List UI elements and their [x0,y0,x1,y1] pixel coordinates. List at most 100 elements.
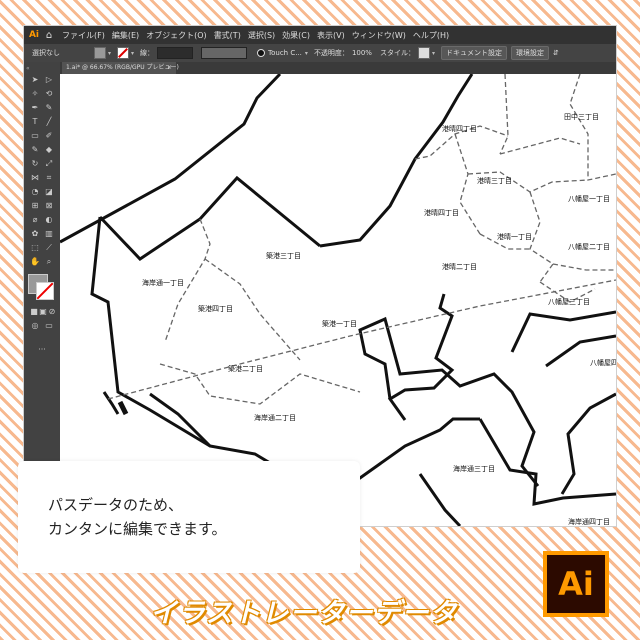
map-label[interactable]: 港晴一丁目 [497,232,532,242]
shaper-tool-icon[interactable]: ✎ [29,144,41,156]
map-label[interactable]: 港晴二丁目 [442,262,477,272]
collapse-icon[interactable]: « [26,65,30,72]
slice-tool-icon[interactable]: ⟋ [43,242,55,254]
brush-dot-icon [257,49,266,57]
map-label[interactable]: 築港三丁目 [266,251,301,261]
artboard-canvas[interactable]: 田中三丁目 港晴四丁目 港晴三丁目 港晴四丁目 八幡屋一丁目 港晴一丁目 八幡屋… [60,74,616,526]
menu-object[interactable]: オブジェクト(O) [146,30,207,41]
close-icon[interactable]: × [167,62,172,74]
menu-effect[interactable]: 効果(C) [282,30,310,41]
menu-type[interactable]: 書式(T) [214,30,241,41]
column-graph-icon[interactable]: ▥ [43,228,55,240]
map-label[interactable]: 築港一丁目 [322,319,357,329]
curvature-tool-icon[interactable]: ✎ [43,102,55,114]
map-label[interactable]: 八幡屋四丁目 [590,358,616,368]
map-label[interactable]: 港晴三丁目 [477,176,512,186]
perspective-grid-icon[interactable]: ⊞ [29,200,41,212]
menu-edit[interactable]: 編集(E) [112,30,139,41]
brush-name[interactable]: Touch C... [268,49,302,57]
coastline-main [319,74,474,248]
map-label[interactable]: 海岸通一丁目 [142,278,184,288]
document-tab-bar: 1.ai* @ 66.67% (RGB/GPU プレビュー) × [60,62,616,74]
map-label[interactable]: 港晴四丁目 [442,124,477,134]
pen-tool-icon[interactable]: ✒ [29,102,41,114]
map-label[interactable]: 築港二丁目 [228,364,263,374]
map-label[interactable]: 八幡屋二丁目 [568,242,610,252]
eraser-icon[interactable]: ◆ [43,144,55,156]
fill-swatch[interactable] [94,47,106,59]
shape-builder-icon[interactable]: ◔ [29,186,41,198]
caption-card: パスデータのため、 カンタンに編集できます。 [18,461,360,573]
boundary-k [569,74,616,181]
lasso-icon[interactable]: ⟲ [43,88,55,100]
line-tool-icon[interactable]: ╱ [43,116,55,128]
selection-tool-icon[interactable]: ➤ [29,74,41,86]
draw-mode-icon[interactable]: ◎ [29,320,41,332]
chevron-down-icon[interactable]: ▾ [432,50,435,57]
opacity-value[interactable]: 100% [352,49,372,57]
document-tab[interactable]: 1.ai* @ 66.67% (RGB/GPU プレビュー) × [62,62,179,74]
screen-mode-icon[interactable]: ▭ [43,320,55,332]
map-label[interactable]: 海岸通三丁目 [453,464,495,474]
menu-window[interactable]: ウィンドウ(W) [352,30,406,41]
type-tool-icon[interactable]: T [29,116,41,128]
paintbrush-icon[interactable]: ✐ [43,130,55,142]
hand-tool-icon[interactable]: ✋ [29,256,41,268]
magic-wand-icon[interactable]: ✧ [29,88,41,100]
control-bar: 選択なし ▾ ▾ 線： Touch C... ▾ 不透明度： 100% スタイル：… [24,44,616,62]
zoom-tool-icon[interactable]: ⌕ [43,256,55,268]
boundary-j [499,74,509,155]
wharf-5 [560,392,616,495]
banner-title: イラストレーターデータ [150,598,458,629]
stroke-label: 線： [140,49,155,57]
jetty-marker [117,400,129,416]
document-settings-button[interactable]: ドキュメント設定 [440,46,507,60]
arrange-icon[interactable]: ⇵ [553,49,559,57]
map-label[interactable]: 築港四丁目 [198,304,233,314]
caption-line-1: パスデータのため、 [48,496,184,514]
menu-select[interactable]: 選択(S) [248,30,275,41]
live-paint-icon[interactable]: ◪ [43,186,55,198]
map-label[interactable]: 八幡屋三丁目 [548,297,590,307]
more-tools-icon[interactable]: ··· [36,344,48,356]
wharf-1 [387,293,455,421]
width-tool-icon[interactable]: ⋈ [29,172,41,184]
map-label[interactable]: 田中三丁目 [564,112,599,122]
wharf-2 [358,316,540,487]
map-label[interactable]: 港晴四丁目 [424,208,459,218]
stroke-swatch[interactable] [117,47,130,59]
stroke-color-box[interactable] [36,282,54,300]
chevron-down-icon[interactable]: ▾ [131,50,134,57]
document-title: 1.ai* @ 66.67% (RGB/GPU プレビュー) [66,64,179,71]
map-label[interactable]: 海岸通二丁目 [254,413,296,423]
scale-tool-icon[interactable]: ⤢ [43,158,55,170]
free-transform-icon[interactable]: ⌗ [43,172,55,184]
menu-help[interactable]: ヘルプ(H) [413,30,449,41]
app-logo[interactable]: Ai [26,27,42,43]
variable-width-field[interactable] [201,47,248,59]
menubar: Ai ⌂ ファイル(F) 編集(E) オブジェクト(O) 書式(T) 選択(S)… [24,26,616,44]
style-swatch[interactable] [417,47,430,59]
menu-file[interactable]: ファイル(F) [62,30,105,41]
artboard-tool-icon[interactable]: ⬚ [29,242,41,254]
none-mode-icon[interactable]: ⊘ [46,306,58,318]
chevron-down-icon[interactable]: ▾ [108,50,111,57]
preferences-button[interactable]: 環境設定 [510,46,549,60]
menu-view[interactable]: 表示(V) [317,30,345,41]
stroke-weight-field[interactable] [157,47,194,59]
rotate-tool-icon[interactable]: ↻ [29,158,41,170]
wharf-3 [478,418,616,506]
rectangle-tool-icon[interactable]: ▭ [29,130,41,142]
wharf-4 [510,310,616,353]
blend-tool-icon[interactable]: ◐ [43,214,55,226]
map-label[interactable]: 海岸通四丁目 [568,517,610,526]
eyedropper-icon[interactable]: ⌀ [29,214,41,226]
symbol-sprayer-icon[interactable]: ✿ [29,228,41,240]
mesh-tool-icon[interactable]: ⊠ [43,200,55,212]
boundary-i [552,263,616,271]
home-icon[interactable]: ⌂ [42,30,56,41]
map-paths[interactable] [60,74,616,526]
map-label[interactable]: 八幡屋一丁目 [568,194,610,204]
chevron-down-icon[interactable]: ▾ [305,50,308,57]
direct-selection-tool-icon[interactable]: ▷ [43,74,55,86]
